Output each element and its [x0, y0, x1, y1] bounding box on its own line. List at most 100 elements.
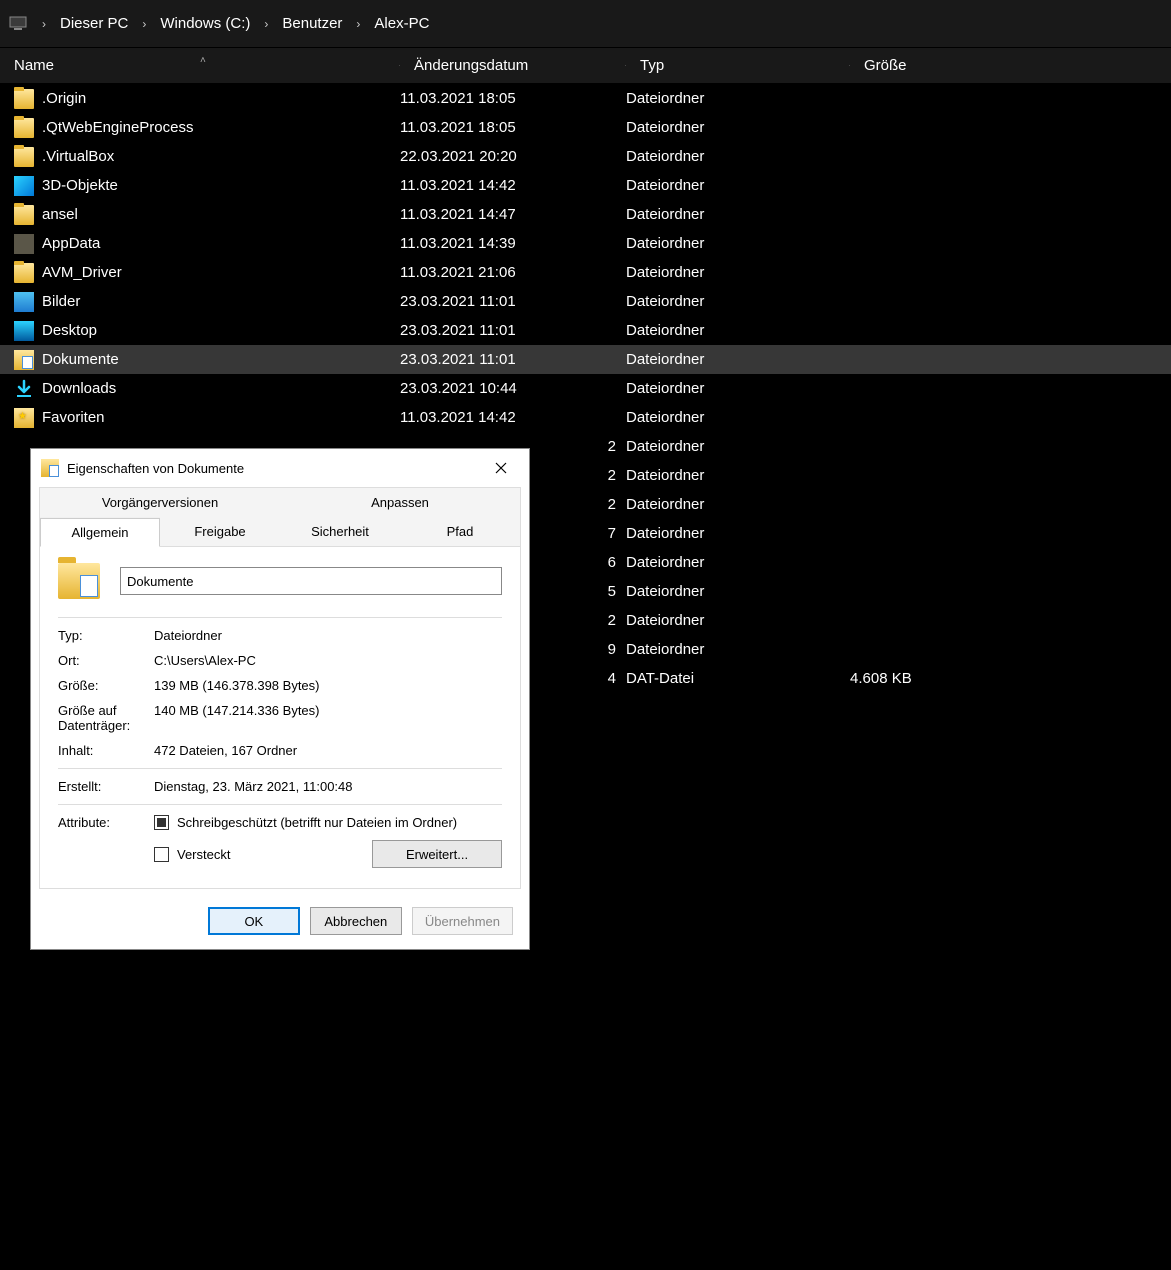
- column-header-name[interactable]: Name ˄: [0, 57, 400, 74]
- file-type: Dateiordner: [626, 264, 850, 281]
- properties-dialog: Eigenschaften von Dokumente Vorgängerver…: [30, 448, 530, 950]
- file-row[interactable]: AVM_Driver11.03.2021 21:06Dateiordner: [0, 258, 1171, 287]
- file-date: 23.03.2021 11:01: [400, 322, 626, 339]
- file-row[interactable]: Downloads23.03.2021 10:44Dateiordner: [0, 374, 1171, 403]
- file-name: ansel: [42, 206, 400, 223]
- label-contents: Inhalt:: [58, 743, 154, 758]
- label-size: Größe:: [58, 678, 154, 693]
- value-size-on-disk: 140 MB (147.214.336 Bytes): [154, 703, 502, 733]
- file-type: Dateiordner: [626, 148, 850, 165]
- file-name: .Origin: [42, 90, 400, 107]
- tab-row-top: Vorgängerversionen Anpassen: [40, 488, 520, 517]
- file-type: Dateiordner: [626, 380, 850, 397]
- close-button[interactable]: [479, 453, 523, 483]
- file-type: Dateiordner: [626, 119, 850, 136]
- dialog-titlebar[interactable]: Eigenschaften von Dokumente: [31, 449, 529, 487]
- tab-customize[interactable]: Anpassen: [280, 488, 520, 517]
- favorites-icon: [14, 408, 34, 428]
- file-date: 22.03.2021 20:20: [400, 148, 626, 165]
- tab-general[interactable]: Allgemein: [40, 518, 160, 547]
- label-type: Typ:: [58, 628, 154, 643]
- file-type: Dateiordner: [626, 322, 850, 339]
- file-row[interactable]: .VirtualBox22.03.2021 20:20Dateiordner: [0, 142, 1171, 171]
- file-row[interactable]: ansel11.03.2021 14:47Dateiordner: [0, 200, 1171, 229]
- file-type: Dateiordner: [626, 206, 850, 223]
- tab-sharing[interactable]: Freigabe: [160, 517, 280, 546]
- documents-icon: [14, 350, 34, 370]
- file-date: 11.03.2021 14:42: [400, 409, 626, 426]
- file-row[interactable]: Dokumente23.03.2021 11:01Dateiordner: [0, 345, 1171, 374]
- desktop-icon: [14, 321, 34, 341]
- tab-security[interactable]: Sicherheit: [280, 517, 400, 546]
- cancel-button[interactable]: Abbrechen: [310, 907, 402, 935]
- checkbox-hidden[interactable]: [154, 847, 169, 862]
- label-size-on-disk: Größe auf Datenträger:: [58, 703, 154, 733]
- documents-folder-icon: [58, 563, 100, 599]
- label-readonly: Schreibgeschützt (betrifft nur Dateien i…: [177, 815, 457, 830]
- documents-folder-icon: [41, 459, 59, 477]
- advanced-button[interactable]: Erweitert...: [372, 840, 502, 868]
- value-size: 139 MB (146.378.398 Bytes): [154, 678, 502, 693]
- breadcrumb-item[interactable]: Dieser PC: [52, 11, 136, 36]
- file-type: Dateiordner: [626, 496, 850, 513]
- file-type: Dateiordner: [626, 525, 850, 542]
- tab-location[interactable]: Pfad: [400, 517, 520, 546]
- breadcrumb-item[interactable]: Alex-PC: [366, 11, 437, 36]
- folder-name-input[interactable]: [120, 567, 502, 595]
- folder-icon: [14, 147, 34, 167]
- column-label: Änderungsdatum: [414, 57, 528, 74]
- file-name: AVM_Driver: [42, 264, 400, 281]
- file-row[interactable]: .QtWebEngineProcess11.03.2021 18:05Datei…: [0, 113, 1171, 142]
- breadcrumb-item[interactable]: Windows (C:): [152, 11, 258, 36]
- file-name: Dokumente: [42, 351, 400, 368]
- file-type: Dateiordner: [626, 438, 850, 455]
- folder-icon: [14, 118, 34, 138]
- tab-previous-versions[interactable]: Vorgängerversionen: [40, 488, 280, 517]
- column-header-date[interactable]: Änderungsdatum: [400, 57, 626, 74]
- column-header-size[interactable]: Größe: [850, 57, 1171, 74]
- file-row[interactable]: Favoriten11.03.2021 14:42Dateiordner: [0, 403, 1171, 432]
- label-created: Erstellt:: [58, 779, 154, 794]
- file-type: Dateiordner: [626, 177, 850, 194]
- breadcrumb-item[interactable]: Benutzer: [274, 11, 350, 36]
- breadcrumb-bar: › Dieser PC › Windows (C:) › Benutzer › …: [0, 0, 1171, 48]
- dialog-inner: Vorgängerversionen Anpassen Allgemein Fr…: [39, 487, 521, 889]
- folder-icon: [14, 263, 34, 283]
- file-name: .VirtualBox: [42, 148, 400, 165]
- pictures-icon: [14, 292, 34, 312]
- file-row[interactable]: .Origin11.03.2021 18:05Dateiordner: [0, 84, 1171, 113]
- dialog-button-row: OK Abbrechen Übernehmen: [31, 897, 529, 949]
- file-type: Dateiordner: [626, 351, 850, 368]
- file-type: Dateiordner: [626, 641, 850, 658]
- checkbox-readonly[interactable]: [154, 815, 169, 830]
- column-header-type[interactable]: Typ: [626, 57, 850, 74]
- file-type: Dateiordner: [626, 409, 850, 426]
- dialog-title: Eigenschaften von Dokumente: [67, 461, 479, 476]
- file-date: 11.03.2021 18:05: [400, 119, 626, 136]
- file-row[interactable]: Bilder23.03.2021 11:01Dateiordner: [0, 287, 1171, 316]
- sort-indicator-icon: ˄: [200, 55, 206, 66]
- column-headers: Name ˄ Änderungsdatum Typ Größe: [0, 48, 1171, 84]
- value-created: Dienstag, 23. März 2021, 11:00:48: [154, 779, 502, 794]
- chevron-icon: ›: [36, 17, 52, 31]
- appdata-icon: [14, 234, 34, 254]
- value-contents: 472 Dateien, 167 Ordner: [154, 743, 502, 758]
- file-row[interactable]: 3D-Objekte11.03.2021 14:42Dateiordner: [0, 171, 1171, 200]
- file-name: Favoriten: [42, 409, 400, 426]
- file-date: 11.03.2021 14:47: [400, 206, 626, 223]
- file-row[interactable]: Desktop23.03.2021 11:01Dateiordner: [0, 316, 1171, 345]
- ok-button[interactable]: OK: [208, 907, 300, 935]
- file-row[interactable]: AppData11.03.2021 14:39Dateiordner: [0, 229, 1171, 258]
- column-label: Typ: [640, 57, 664, 74]
- chevron-icon: ›: [258, 17, 274, 31]
- apply-button[interactable]: Übernehmen: [412, 907, 513, 935]
- dialog-body: Typ: Dateiordner Ort: C:\Users\Alex-PC G…: [40, 547, 520, 888]
- file-name: 3D-Objekte: [42, 177, 400, 194]
- file-date: 11.03.2021 21:06: [400, 264, 626, 281]
- file-name: .QtWebEngineProcess: [42, 119, 400, 136]
- file-type: DAT-Datei: [626, 670, 850, 687]
- column-label: Name: [14, 57, 54, 74]
- file-type: Dateiordner: [626, 554, 850, 571]
- 3d-objects-icon: [14, 176, 34, 196]
- value-type: Dateiordner: [154, 628, 502, 643]
